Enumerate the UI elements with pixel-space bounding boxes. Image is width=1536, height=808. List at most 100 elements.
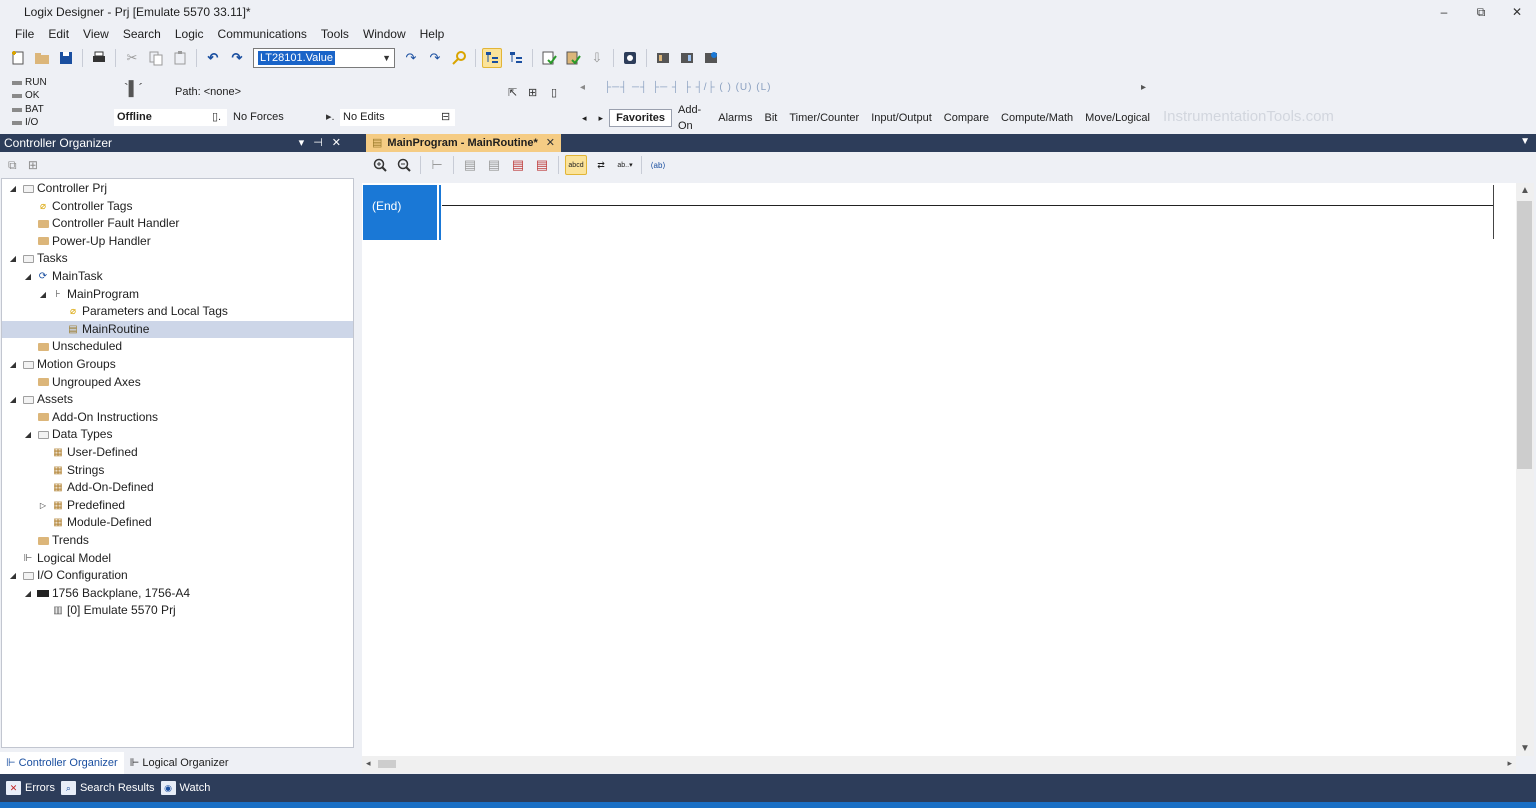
tree-item[interactable]: ◢ Tasks — [2, 250, 353, 267]
cancel-edits-icon[interactable]: ▤ — [508, 155, 528, 175]
controller-organizer-icon[interactable] — [482, 48, 502, 68]
collapse-all-icon[interactable]: ⧉ — [8, 158, 17, 172]
tabs-left-icon[interactable]: ◂ — [576, 110, 593, 126]
tab-controller-organizer[interactable]: ⊩ Controller Organizer — [0, 752, 124, 774]
menu-file[interactable]: File — [8, 24, 41, 44]
tree-item[interactable]: ◢ ⟳ MainTask — [2, 268, 353, 285]
tree-item[interactable]: ▤ MainRoutine — [2, 320, 353, 338]
menu-search[interactable]: Search — [116, 24, 168, 44]
controller-icon[interactable]: ▯ — [551, 86, 557, 99]
tree-item[interactable]: ⌀ Controller Tags — [2, 198, 353, 215]
accept-edits-icon[interactable]: ▤ — [484, 155, 504, 175]
expander-icon[interactable]: ◢ — [23, 426, 33, 443]
tree-item[interactable]: ▷ ▦ Predefined — [2, 497, 353, 514]
expander-icon[interactable]: ◢ — [8, 180, 18, 197]
tab-bit[interactable]: Bit — [758, 110, 783, 126]
tree-item[interactable]: ▦ Module-Defined — [2, 514, 353, 531]
copy-icon[interactable] — [146, 48, 166, 68]
expander-icon[interactable]: ◢ — [8, 391, 18, 408]
tag-search-value[interactable]: LT28101.Value — [258, 51, 335, 65]
tree-item[interactable]: Ungrouped Axes — [2, 374, 353, 391]
tab-add-on[interactable]: Add-On — [672, 102, 712, 134]
close-button[interactable]: ✕ — [1500, 0, 1534, 24]
expander-icon[interactable]: ▷ — [38, 497, 48, 514]
tree-item[interactable]: Add-On Instructions — [2, 409, 353, 426]
watch-tab[interactable]: ◉ Watch — [160, 781, 210, 795]
module-add-icon[interactable] — [677, 48, 697, 68]
horizontal-scrollbar[interactable]: ◂ ▸ — [362, 756, 1516, 773]
expander-icon[interactable]: ◢ — [8, 250, 18, 267]
expander-icon[interactable]: ◢ — [23, 268, 33, 285]
chevron-down-icon[interactable]: ▼ — [1520, 136, 1530, 147]
menu-help[interactable]: Help — [413, 24, 452, 44]
paste-icon[interactable] — [170, 48, 190, 68]
expander-icon[interactable]: ◢ — [8, 567, 18, 584]
scroll-right-icon[interactable]: ▸ — [1507, 758, 1512, 769]
menu-logic[interactable]: Logic — [168, 24, 211, 44]
menu-view[interactable]: View — [76, 24, 116, 44]
controller-properties-icon[interactable] — [620, 48, 640, 68]
mode-dropdown-icon[interactable]: ▯. — [212, 110, 221, 123]
restore-button[interactable]: ⧉ — [1464, 0, 1498, 24]
assemble-icon[interactable]: ▤ — [532, 155, 552, 175]
tree-item[interactable]: ▦ Strings — [2, 462, 353, 479]
tree-item[interactable]: ⌀ Parameters and Local Tags — [2, 303, 353, 320]
tree-item[interactable]: ◢ Controller Prj — [2, 180, 353, 197]
instruction-palette[interactable]: ├─┤ ─┤ ├─ ┤ ├ ┤/├ ( ) (U) (L) — [604, 82, 771, 93]
minimize-button[interactable]: ‒ — [1427, 0, 1461, 24]
tree-item[interactable]: ▦ Add-On-Defined — [2, 479, 353, 496]
scroll-up-icon[interactable]: ▲ — [1516, 185, 1534, 196]
scrollbar-thumb[interactable] — [378, 760, 396, 768]
menu-tools[interactable]: Tools — [314, 24, 356, 44]
tab-main-routine[interactable]: ▤ MainProgram - MainRoutine* ✕ — [366, 134, 561, 152]
tab-input-output[interactable]: Input/Output — [865, 110, 938, 126]
print-icon[interactable] — [89, 48, 109, 68]
tag-description-icon[interactable]: abcd — [565, 155, 587, 175]
tag-search-combo[interactable]: LT28101.Value ▼ — [253, 48, 395, 68]
scrollbar-thumb[interactable] — [1517, 201, 1532, 469]
new-project-icon[interactable] — [8, 48, 28, 68]
expander-icon[interactable]: ◢ — [23, 585, 33, 602]
tabs-right-icon[interactable]: ▸ — [593, 110, 610, 126]
tree-item[interactable]: ◢ 1756 Backplane, 1756-A4 — [2, 585, 353, 602]
close-icon[interactable]: ✕ — [546, 134, 555, 152]
rung-line[interactable] — [442, 205, 1494, 206]
tree-item[interactable]: ◢ Assets — [2, 391, 353, 408]
verify-icon[interactable]: ▤ — [460, 155, 480, 175]
chevron-right-icon[interactable]: ▸ — [1141, 82, 1146, 93]
group-icon[interactable]: ⊞ — [28, 158, 38, 172]
tree-item[interactable]: ◢ Motion Groups — [2, 356, 353, 373]
tree-item[interactable]: ◢ Data Types — [2, 426, 353, 443]
tree-item[interactable]: ◢ ⊦ MainProgram — [2, 286, 353, 303]
find-next-icon[interactable]: ↷ — [425, 48, 445, 68]
search-results-tab[interactable]: ⌕ Search Results — [60, 781, 155, 795]
tab-compute-math[interactable]: Compute/Math — [995, 110, 1079, 126]
download-icon[interactable]: ⇩ — [587, 48, 607, 68]
redo-icon[interactable]: ↷ — [227, 48, 247, 68]
tree-item[interactable]: Power-Up Handler — [2, 233, 353, 250]
tree-item[interactable]: ◢ I/O Configuration — [2, 567, 353, 584]
tree-item[interactable]: ⊩ Logical Model — [2, 550, 353, 567]
ladder-editor[interactable]: (End) — [362, 183, 1516, 756]
logical-organizer-icon[interactable] — [506, 48, 526, 68]
tab-timer-counter[interactable]: Timer/Counter — [783, 110, 865, 126]
go-to-icon[interactable]: ↷ — [401, 48, 421, 68]
expander-icon[interactable]: ◢ — [38, 286, 48, 303]
zoom-in-icon[interactable] — [370, 155, 390, 175]
format-icon[interactable]: ab..▾ — [615, 155, 635, 175]
tree-item[interactable]: ▦ User-Defined — [2, 444, 353, 461]
select-path-icon[interactable]: ⇱ — [508, 86, 517, 99]
mode-dropdown[interactable]: Offline — [114, 109, 227, 126]
pane-controls[interactable]: ▾⊣✕ — [299, 134, 350, 152]
network-icon[interactable]: ⊞ — [528, 86, 537, 99]
menu-edit[interactable]: Edit — [41, 24, 76, 44]
end-rung[interactable]: (End) — [363, 185, 437, 240]
tab-alarms[interactable]: Alarms — [712, 110, 758, 126]
tree-item[interactable]: Controller Fault Handler — [2, 215, 353, 232]
menu-communications[interactable]: Communications — [211, 24, 314, 44]
tab-compare[interactable]: Compare — [938, 110, 995, 126]
open-folder-icon[interactable] — [32, 48, 52, 68]
tab-logical-organizer[interactable]: ⊩ Logical Organizer — [124, 752, 235, 774]
tab-move-logical[interactable]: Move/Logical — [1079, 110, 1156, 126]
undo-icon[interactable]: ↶ — [203, 48, 223, 68]
